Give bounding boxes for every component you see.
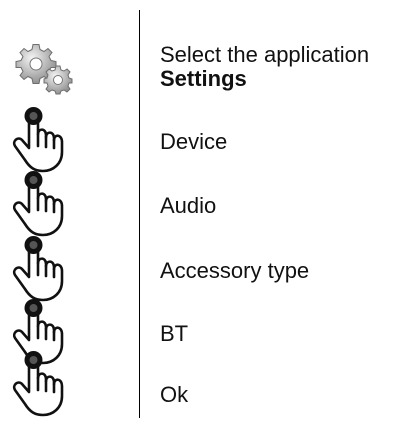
settings-gears-icon — [12, 40, 76, 96]
step-settings: Select the application Settings — [0, 40, 412, 102]
accessory-type-label: Accessory type — [160, 258, 310, 283]
ok-label: Ok — [160, 382, 189, 407]
audio-label: Audio — [160, 193, 217, 218]
tap-hand-icon — [5, 170, 73, 238]
tap-hand-icon — [5, 106, 73, 174]
settings-label: Settings — [160, 66, 247, 91]
step-device: Device — [0, 106, 412, 174]
step-audio: Audio — [0, 170, 412, 238]
step-accessory-type: Accessory type — [0, 235, 412, 303]
device-label: Device — [160, 129, 228, 154]
settings-intro-text: Select the application — [160, 42, 370, 67]
bt-label: BT — [160, 321, 189, 346]
tap-hand-icon — [5, 350, 73, 418]
tap-hand-icon — [5, 235, 73, 303]
step-ok: Ok — [0, 350, 412, 418]
